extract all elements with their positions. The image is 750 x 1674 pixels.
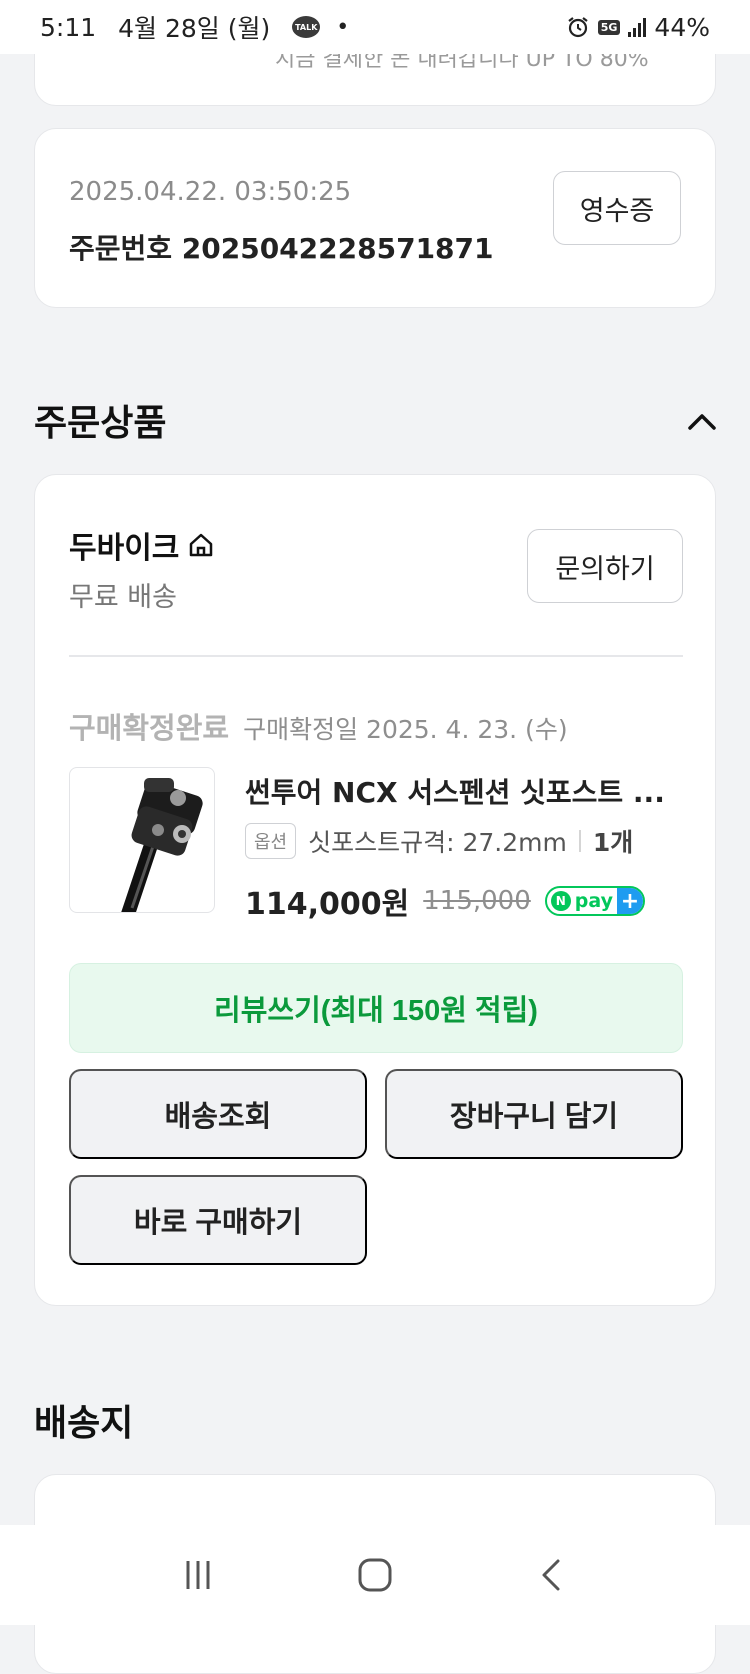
home-button[interactable]: [345, 1545, 405, 1605]
battery-level: 44%: [654, 12, 710, 42]
recent-apps-icon: [186, 1561, 210, 1589]
section-title-ordered-items: 주문상품: [34, 403, 167, 444]
status-bar: 5:11 4월 28일 (월) TALK • 5G 44%: [0, 0, 750, 54]
section-title-shipping-address: 배송지: [34, 1403, 134, 1444]
product-card: 두바이크 무료 배송 문의하기 구매확정완료 구매확정일 2025. 4. 23…: [34, 474, 716, 1306]
navigation-bar: [0, 1525, 750, 1625]
track-delivery-button[interactable]: 배송조회: [69, 1069, 367, 1159]
kakaotalk-icon: TALK: [292, 16, 321, 38]
price-row: 114,000원 115,000 N pay +: [245, 879, 646, 923]
order-info-card: 2025.04.22. 03:50:25 주문번호 20250422285718…: [34, 128, 716, 308]
option-badge: 옵션: [245, 823, 297, 859]
network-type-icon: 5G: [597, 19, 621, 35]
product-name[interactable]: 썬투어 NCX 서스펜션 싯포스트 ...: [245, 771, 685, 811]
purchase-status-row: 구매확정완료 구매확정일 2025. 4. 23. (수): [69, 705, 568, 747]
seatpost-image: [121, 778, 203, 912]
divider: [69, 655, 683, 657]
npay-label: pay: [574, 890, 614, 912]
recent-apps-button[interactable]: [168, 1545, 228, 1605]
confirm-date: 구매확정일 2025. 4. 23. (수): [243, 715, 568, 744]
price: 114,000원: [245, 887, 410, 922]
order-number: 주문번호 2025042228571871: [69, 232, 494, 265]
signal-icon: [628, 17, 647, 37]
product-thumbnail[interactable]: [69, 767, 215, 913]
seller-name-row[interactable]: 두바이크: [69, 523, 215, 567]
alarm-icon: [568, 17, 588, 38]
inquiry-button[interactable]: 문의하기: [527, 529, 683, 603]
original-price: 115,000: [423, 886, 531, 916]
option-separator: [578, 830, 581, 852]
write-review-button[interactable]: 리뷰쓰기(최대 150원 적립): [69, 963, 683, 1053]
notification-dot-icon: •: [336, 14, 350, 40]
npay-n-icon: N: [550, 891, 571, 911]
buy-now-button[interactable]: 바로 구매하기: [69, 1175, 367, 1265]
seller-name: 두바이크: [69, 531, 180, 566]
add-to-cart-button[interactable]: 장바구니 담기: [385, 1069, 683, 1159]
quantity: 1개: [592, 828, 634, 857]
receipt-button[interactable]: 영수증: [553, 171, 681, 245]
order-datetime: 2025.04.22. 03:50:25: [69, 177, 352, 207]
purchase-status: 구매확정완료: [69, 711, 230, 745]
back-button[interactable]: [522, 1545, 582, 1605]
back-icon: [542, 1559, 560, 1591]
home-circle-icon: [358, 1558, 392, 1592]
status-time: 5:11: [40, 12, 97, 42]
plus-icon: +: [617, 888, 644, 914]
status-date: 4월 28일 (월): [118, 14, 271, 43]
chevron-up-icon[interactable]: [682, 402, 722, 442]
option-row: 옵션 싯포스트규격: 27.2mm 1개: [245, 823, 633, 859]
home-icon: [190, 533, 213, 557]
npay-plus-badge: N pay +: [544, 886, 646, 916]
option-value: 싯포스트규격: 27.2mm: [308, 828, 567, 857]
shipping-fee: 무료 배송: [69, 582, 177, 613]
